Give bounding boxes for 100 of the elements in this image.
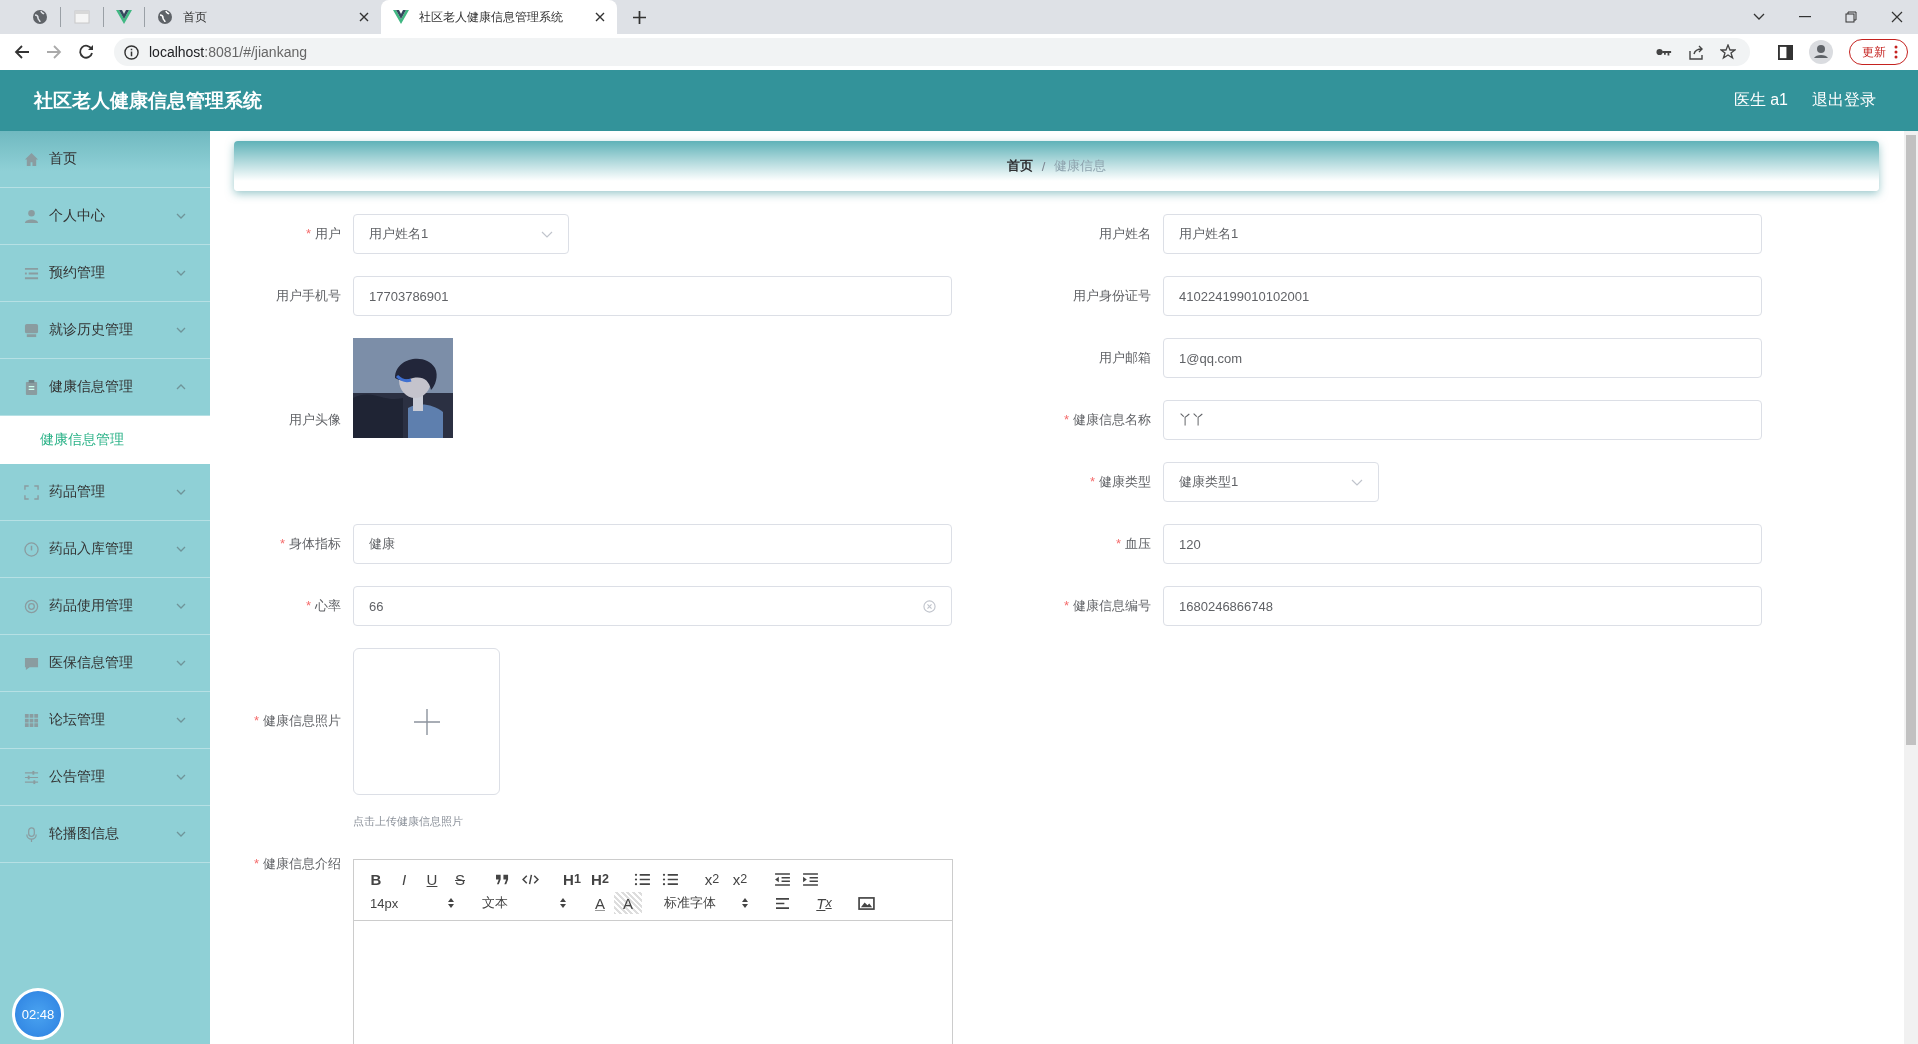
- indent-icon: [801, 872, 819, 886]
- plus-icon[interactable]: [633, 10, 646, 24]
- format-picker[interactable]: 文本: [474, 892, 574, 914]
- browser-tab[interactable]: 社区老人健康信息管理系统: [381, 0, 617, 34]
- address-field[interactable]: localhost:8081/#/jiankang: [114, 38, 1750, 66]
- minimize-icon[interactable]: [1799, 16, 1811, 18]
- field-label: * 健康信息名称: [1062, 411, 1152, 429]
- underline-button[interactable]: U: [418, 868, 446, 890]
- lifebuoy-icon: [24, 598, 39, 614]
- blockquote-icon: [493, 872, 511, 886]
- field-label: 用户手机号: [275, 287, 342, 305]
- plus-icon: [413, 708, 440, 735]
- close-icon[interactable]: [359, 12, 369, 22]
- reload-icon[interactable]: [78, 44, 94, 60]
- sidebar-item[interactable]: 药品入库管理: [0, 521, 210, 578]
- text-field[interactable]: 丫丫: [1163, 400, 1762, 440]
- code-icon: [521, 872, 539, 886]
- field-label: * 身体指标: [278, 535, 342, 553]
- close-icon[interactable]: [595, 12, 605, 22]
- sidebar-item[interactable]: 论坛管理: [0, 692, 210, 749]
- sidebar-item[interactable]: 药品管理: [0, 464, 210, 521]
- field-label: * 心率: [304, 597, 342, 615]
- sidebar-item[interactable]: 公告管理: [0, 749, 210, 806]
- field-label: 用户身份证号: [1072, 287, 1152, 305]
- sidebar-item[interactable]: 首页: [0, 131, 210, 188]
- sidebar-item[interactable]: 就诊历史管理: [0, 302, 210, 359]
- close-icon[interactable]: [1891, 11, 1903, 23]
- font-color-button[interactable]: A: [586, 892, 614, 914]
- updown-caret-icon: [742, 898, 748, 908]
- updown-caret-icon: [448, 898, 454, 908]
- upload-hint: 点击上传健康信息照片: [353, 814, 464, 829]
- user-name: 医生 a1: [1733, 90, 1788, 110]
- v-logo-icon: [393, 10, 409, 24]
- text-field[interactable]: 66: [353, 586, 952, 626]
- app-title: 社区老人健康信息管理系统: [34, 88, 262, 113]
- text-field[interactable]: 1680246866748: [1163, 586, 1762, 626]
- kebab-icon: [1894, 45, 1898, 59]
- back-arrow-icon[interactable]: [14, 44, 30, 60]
- menu-label: 医保信息管理: [49, 654, 134, 672]
- profile-icon[interactable]: [1809, 40, 1833, 64]
- text-field[interactable]: 1@qq.com: [1163, 338, 1762, 378]
- select-field[interactable]: 用户姓名1: [353, 214, 569, 254]
- sidebar-item[interactable]: 药品使用管理: [0, 578, 210, 635]
- update-button[interactable]: 更新: [1849, 39, 1908, 65]
- gauge-icon: [24, 541, 39, 557]
- breadcrumb-link[interactable]: 首页: [1006, 157, 1033, 175]
- sidebar-item[interactable]: 预约管理: [0, 245, 210, 302]
- outdent-icon: [773, 872, 791, 886]
- menu-label: 健康信息管理: [49, 378, 134, 396]
- grid-icon: [24, 712, 39, 728]
- menu-label: 首页: [49, 150, 78, 168]
- monitor-icon: [24, 322, 39, 338]
- chevron-down-icon: [1351, 478, 1363, 486]
- clock-badge: 02:48: [12, 988, 64, 1040]
- field-label: * 健康信息照片: [252, 712, 342, 730]
- bold-button[interactable]: B: [362, 868, 390, 890]
- star-icon[interactable]: [1720, 44, 1736, 60]
- v-logo-icon[interactable]: [116, 10, 132, 24]
- scrollbar-thumb[interactable]: [1906, 135, 1916, 745]
- share-icon[interactable]: [1688, 44, 1704, 60]
- format-picker[interactable]: 14px: [362, 892, 462, 914]
- browser-tab[interactable]: 首页: [145, 0, 381, 34]
- menu-label: 公告管理: [49, 768, 106, 786]
- url-text: localhost:8081/#/jiankang: [149, 44, 308, 60]
- sliders-icon: [24, 769, 39, 785]
- field-label: * 血压: [1114, 535, 1152, 553]
- image-icon: [857, 896, 875, 910]
- menu-label: 药品入库管理: [49, 540, 134, 558]
- italic-button[interactable]: I: [390, 868, 418, 890]
- chevron-down-icon: [541, 230, 553, 238]
- bullet-list-icon: [661, 872, 679, 886]
- sidebar-icon[interactable]: [1778, 44, 1793, 60]
- sidebar-item[interactable]: 轮播图信息: [0, 806, 210, 863]
- highlight-button[interactable]: A: [614, 892, 642, 914]
- home-icon: [24, 151, 39, 167]
- tab-title: 首页: [183, 8, 208, 26]
- breadcrumb-separator: /: [1041, 158, 1046, 174]
- strike-button[interactable]: S: [446, 868, 474, 890]
- sidebar-item[interactable]: 医保信息管理: [0, 635, 210, 692]
- chat-icon: [24, 655, 39, 671]
- text-field[interactable]: 用户姓名1: [1163, 214, 1762, 254]
- globe-icon[interactable]: [32, 9, 48, 25]
- chevron-down-icon[interactable]: [1753, 13, 1765, 21]
- select-field[interactable]: 健康类型1: [1163, 462, 1379, 502]
- text-field[interactable]: 120: [1163, 524, 1762, 564]
- tab-title: 社区老人健康信息管理系统: [419, 8, 564, 26]
- globe-icon: [157, 9, 173, 25]
- text-field[interactable]: 410224199010102001: [1163, 276, 1762, 316]
- field-label: 用户姓名: [1098, 225, 1152, 243]
- text-field[interactable]: 健康: [353, 524, 952, 564]
- key-icon[interactable]: [1656, 47, 1672, 57]
- field-label: * 健康类型: [1088, 473, 1152, 491]
- field-label: * 健康信息介绍: [252, 855, 342, 873]
- logout-link[interactable]: 退出登录: [1812, 90, 1876, 111]
- text-field[interactable]: 17703786901: [353, 276, 952, 316]
- restore-icon[interactable]: [1845, 11, 1857, 23]
- menu-label: 就诊历史管理: [49, 321, 134, 339]
- format-picker[interactable]: 标准字体: [656, 892, 756, 914]
- align-icon: [773, 896, 791, 910]
- sidebar-item[interactable]: 个人中心: [0, 188, 210, 245]
